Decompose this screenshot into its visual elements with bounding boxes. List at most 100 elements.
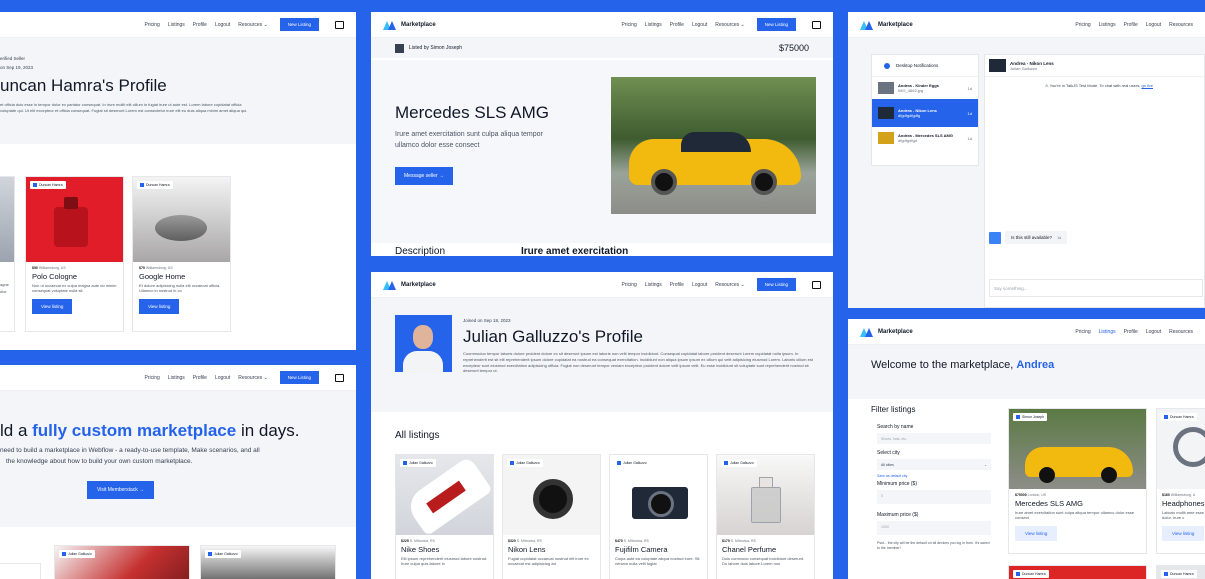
chat-icon[interactable] <box>812 280 821 289</box>
perfume-bottle <box>751 487 781 523</box>
avatar-body <box>403 351 443 372</box>
nav-profile[interactable]: Profile <box>1124 329 1138 335</box>
price-location: $320 S. Mitrovica, RS <box>508 539 595 543</box>
nav-pricing[interactable]: Pricing <box>1075 329 1090 335</box>
top-nav: Marketplace Pricing Listings Profile Log… <box>371 272 833 298</box>
view-listing-button[interactable]: View listing <box>139 299 180 315</box>
nav-logout[interactable]: Logout <box>1146 329 1161 335</box>
search-input[interactable]: Shoes, hats, etc. <box>877 433 991 444</box>
seller-name: Julian Galluzzo <box>214 552 238 556</box>
avatar <box>989 231 1001 244</box>
brand[interactable]: Marketplace <box>383 280 436 290</box>
avatar <box>403 461 407 465</box>
nav-resources[interactable]: Resources <box>1169 329 1193 335</box>
chevron-down-icon: ⌄ <box>984 462 987 467</box>
new-listing-button[interactable]: New Listing <box>279 18 319 31</box>
seller-name: Julian Galluzzo <box>516 461 540 465</box>
hero-subtext-2: the knowledge about how to build your ow… <box>6 458 193 465</box>
nav-resources[interactable]: Resources ⌄ <box>715 282 745 288</box>
conversation-item-active[interactable]: Andrea - Nikon Lens dfgdfgdfgdfg 1d <box>872 99 978 127</box>
listing-hero: Mercedes SLS AMG Irure amet exercitation… <box>371 60 833 243</box>
product-image: Julian Galluzzo <box>201 546 335 579</box>
car-wheel <box>1101 467 1117 483</box>
search-label: Search by name <box>877 424 914 430</box>
chat-icon[interactable] <box>335 20 344 29</box>
nav-pricing[interactable]: Pricing <box>145 22 160 28</box>
chat-header: Andrea - Nikon Lens Julian Galluzzo <box>985 55 1204 77</box>
nav-pricing[interactable]: Pricing <box>145 375 160 381</box>
min-price-input[interactable]: 0 <box>877 490 991 504</box>
save-default-city-link[interactable]: Save as default city <box>877 474 999 478</box>
nav-profile[interactable]: Profile <box>1124 22 1138 28</box>
hero-suffix: in days. <box>236 421 300 440</box>
desktop-notifications-toggle[interactable]: Desktop Notifications <box>872 55 978 77</box>
nav-pricing[interactable]: Pricing <box>1075 22 1090 28</box>
nav-listings[interactable]: Listings <box>168 22 185 28</box>
max-price-input[interactable]: 1000 <box>877 521 991 535</box>
chat-icon[interactable] <box>335 373 344 382</box>
listing-card: Duncan Hamra $160 Williamsburg, U Headph… <box>1156 408 1205 554</box>
new-listing-button[interactable]: New Listing <box>756 18 796 31</box>
conversation-time: 1d <box>967 135 972 141</box>
price: $75 <box>139 266 145 270</box>
nav-listings[interactable]: Listings <box>1099 329 1116 335</box>
nav-profile[interactable]: Profile <box>193 22 207 28</box>
welcome-banner: Welcome to the marketplace, Andrea <box>848 345 1205 399</box>
conversation-item[interactable]: Andrea - Kinder Eggs IMG_4862.jpg 1d <box>872 77 978 99</box>
nav-logout[interactable]: Logout <box>215 375 230 381</box>
card-desc-partial: olor <box>0 289 7 295</box>
nav-resources[interactable]: Resources ⌄ <box>715 22 745 28</box>
brand[interactable]: Marketplace <box>860 20 913 30</box>
nav-profile[interactable]: Profile <box>670 22 684 28</box>
card-title: Chanel Perfume <box>722 545 777 554</box>
nav-pricing[interactable]: Pricing <box>622 282 637 288</box>
listing-card: Julian Galluzzo <box>54 545 190 579</box>
car-wheel <box>651 169 677 195</box>
nav-logout[interactable]: Logout <box>692 282 707 288</box>
nav-listings[interactable]: Listings <box>645 22 662 28</box>
visit-memberstack-button[interactable]: Visit Memberstack → <box>87 481 155 499</box>
go-live-link[interactable]: go live <box>1141 83 1153 88</box>
nav-resources[interactable]: Resources ⌄ <box>238 22 268 28</box>
top-nav: Pricing Listings Profile Logout Resource… <box>0 12 356 38</box>
seller-chip: Simon Joseph <box>1013 413 1048 421</box>
nav-listings[interactable]: Listings <box>168 375 185 381</box>
price-location: $225 S. Mitrovica, RS <box>401 539 488 543</box>
location: Williamsburg, US <box>38 266 66 270</box>
city-select[interactable]: All cities ⌄ <box>877 459 991 470</box>
card-title: Headphones <box>1162 499 1205 508</box>
profile-header: Joined on Sep 18, 2023 Julian Galluzzo's… <box>371 298 833 412</box>
notice-text: You're in TalkJS Test Mode. To chat with… <box>1049 83 1141 88</box>
new-listing-button[interactable]: New Listing <box>279 371 319 384</box>
brand[interactable]: Marketplace <box>860 327 913 337</box>
nav-pricing[interactable]: Pricing <box>622 22 637 28</box>
seller-chip: Julian Galluzzo <box>59 550 95 558</box>
listing-card: Julian Galluzzo $170 S. Mitrovica, RS Ch… <box>716 454 815 579</box>
nav-logout[interactable]: Logout <box>692 22 707 28</box>
seller-chip: Julian Galluzzo <box>400 459 436 467</box>
nav-logout[interactable]: Logout <box>215 22 230 28</box>
nav-profile[interactable]: Profile <box>193 375 207 381</box>
message-seller-button[interactable]: Message seller → <box>395 167 454 185</box>
conversation-item[interactable]: Andrea - Mercedes SLS AMG dfgdfgdfgd 1d <box>872 127 978 149</box>
product-image: Duncan Hamra <box>1157 566 1205 579</box>
location: S. Mitrovica, RS <box>730 539 756 543</box>
nav-resources[interactable]: Resources <box>1169 22 1193 28</box>
nav-listings[interactable]: Listings <box>1099 22 1116 28</box>
view-listing-button[interactable]: View listing <box>1015 526 1058 542</box>
view-listing-button[interactable]: View listing <box>1162 526 1205 542</box>
chat-area: Desktop Notifications Andrea - Kinder Eg… <box>848 38 1205 308</box>
message-input[interactable]: Say something... <box>989 279 1203 297</box>
new-listing-button[interactable]: New Listing <box>756 278 796 291</box>
nav-logout[interactable]: Logout <box>1146 22 1161 28</box>
brand[interactable]: Marketplace <box>383 20 436 30</box>
chat-window: Andrea - Nikon Lens Julian Galluzzo ⚠ You… <box>984 54 1205 308</box>
nav-resources[interactable]: Resources ⌄ <box>238 375 268 381</box>
nav-listings[interactable]: Listings <box>645 282 662 288</box>
view-listing-button[interactable]: View listing <box>32 299 73 315</box>
avatar <box>33 183 37 187</box>
nav-profile[interactable]: Profile <box>670 282 684 288</box>
chevron-down-icon: ⌄ <box>740 21 745 28</box>
listing-card: Simon Joseph $75000 London, UK Mercedes … <box>1008 408 1147 554</box>
chat-icon[interactable] <box>812 20 821 29</box>
